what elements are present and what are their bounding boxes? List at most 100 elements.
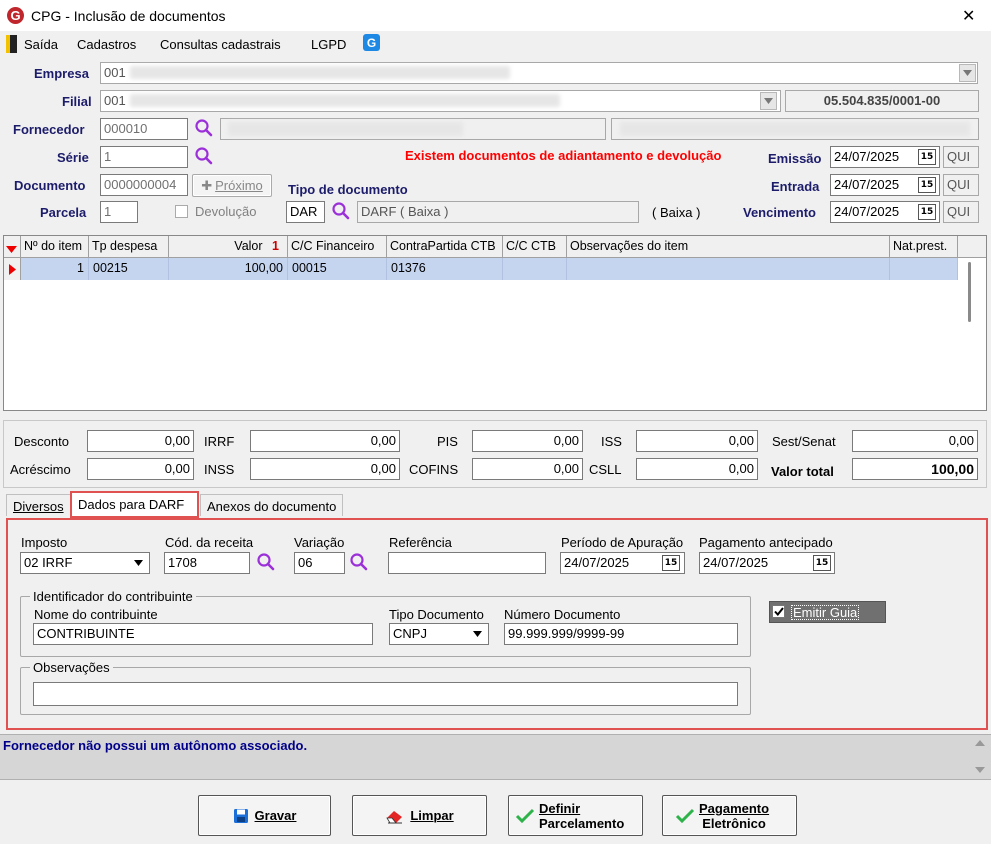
col-header-filler [958, 236, 986, 258]
col-header-cc-financeiro[interactable]: C/C Financeiro [288, 236, 387, 258]
parcela-input[interactable]: 1 [100, 201, 138, 223]
cell-nat-prest[interactable] [890, 258, 958, 280]
fornecedor-search-icon[interactable] [194, 118, 214, 138]
col-header-item[interactable]: Nº do item [21, 236, 89, 258]
row-indicator-icon [4, 258, 21, 280]
proximo-label: Próximo [215, 178, 263, 193]
tipo-dropdown-icon[interactable] [469, 625, 486, 643]
receita-search-icon[interactable] [256, 552, 276, 572]
sest-senat-label: Sest/Senat [772, 434, 836, 449]
save-icon [233, 808, 248, 823]
proximo-button[interactable]: ✚ Próximo [192, 174, 272, 197]
check-icon [515, 808, 535, 823]
definir-label-1: Definir [539, 800, 581, 816]
cell-cc-financeiro[interactable]: 00015 [288, 258, 387, 280]
serie-input[interactable]: 1 [100, 146, 188, 168]
menu-consultas[interactable]: Consultas cadastrais [160, 37, 281, 52]
vencimento-calendar-icon[interactable]: 15 [918, 204, 936, 220]
emissao-calendar-icon[interactable]: 15 [918, 149, 936, 165]
limpar-button[interactable]: Limpar [352, 795, 487, 836]
empresa-dropdown-button[interactable] [959, 64, 976, 82]
tab-anexos-label: Anexos do documento [207, 499, 337, 514]
emitir-guia-checkbox[interactable] [772, 605, 785, 618]
pagamento-label-2: Eletrônico [702, 815, 766, 831]
sort-priority-icon: 1 [272, 239, 279, 253]
cell-cc-ctb[interactable] [503, 258, 567, 280]
filial-value: 001 [104, 93, 126, 108]
fornecedor-extra-redacted [620, 122, 970, 136]
gravar-button[interactable]: Gravar [198, 795, 331, 836]
lgpd-logo-icon[interactable]: G [363, 34, 380, 51]
serie-search-icon[interactable] [194, 146, 214, 166]
parcela-label: Parcela [40, 205, 87, 220]
inss-input[interactable]: 0,00 [250, 458, 400, 480]
definir-parcelamento-button[interactable]: Definir Parcelamento [508, 795, 643, 836]
pagamento-label-1: Pagamento [699, 800, 770, 816]
empresa-value: 001 [104, 65, 126, 80]
fornecedor-input[interactable]: 000010 [100, 118, 188, 140]
devolucao-label: Devolução [195, 204, 257, 219]
irrf-input[interactable]: 0,00 [250, 430, 400, 452]
empresa-name-redacted [130, 66, 510, 79]
nome-input[interactable]: CONTRIBUINTE [33, 623, 373, 645]
desconto-input[interactable]: 0,00 [87, 430, 194, 452]
numero-input[interactable]: 99.999.999/9999-99 [504, 623, 738, 645]
exit-icon[interactable] [6, 35, 17, 53]
col-header-tp-despesa[interactable]: Tp despesa [89, 236, 169, 258]
status-scroll-down-icon[interactable] [975, 767, 985, 773]
documento-input[interactable]: 0000000004 [100, 174, 188, 196]
vencimento-day: QUI [943, 201, 979, 223]
valor-total-label: Valor total [771, 464, 834, 479]
cell-tp-despesa[interactable]: 00215 [89, 258, 169, 280]
cell-contrapartida[interactable]: 01376 [387, 258, 503, 280]
sort-down-icon [6, 246, 17, 253]
tab-anexos[interactable]: Anexos do documento [200, 494, 344, 516]
acrescimo-input[interactable]: 0,00 [87, 458, 194, 480]
filial-dropdown-button[interactable] [760, 92, 777, 110]
valor-total-input: 100,00 [852, 458, 978, 480]
status-message: Fornecedor não possui um autônomo associ… [3, 738, 308, 753]
menu-saida[interactable]: Saída [24, 37, 58, 52]
receita-input[interactable]: 1708 [164, 552, 250, 574]
iss-input[interactable]: 0,00 [636, 430, 758, 452]
col-header-valor[interactable]: Valor 1 [169, 236, 288, 258]
referencia-label: Referência [389, 535, 452, 550]
close-icon[interactable]: ✕ [962, 6, 975, 25]
col-header-nat-prest[interactable]: Nat.prest. [890, 236, 958, 258]
cell-observacoes[interactable] [567, 258, 890, 280]
periodo-calendar-icon[interactable]: 15 [662, 555, 680, 571]
cell-valor[interactable]: 100,00 [169, 258, 288, 280]
periodo-label: Período de Apuração [561, 535, 684, 550]
tipo-documento-label: Tipo de documento [288, 182, 408, 197]
cofins-input[interactable]: 0,00 [472, 458, 583, 480]
col-header-cc-ctb[interactable]: C/C CTB [503, 236, 567, 258]
imposto-dropdown-icon[interactable] [130, 554, 147, 572]
csll-input[interactable]: 0,00 [636, 458, 758, 480]
pagamento-eletronico-button[interactable]: Pagamento Eletrônico [662, 795, 797, 836]
cell-item[interactable]: 1 [21, 258, 89, 280]
col-header-observacoes[interactable]: Observações do item [567, 236, 890, 258]
sest-senat-input[interactable]: 0,00 [852, 430, 978, 452]
entrada-calendar-icon[interactable]: 15 [918, 177, 936, 193]
tab-diversos[interactable]: Diversos [6, 494, 71, 516]
variacao-search-icon[interactable] [349, 552, 369, 572]
pagamento-calendar-icon[interactable]: 15 [813, 555, 831, 571]
tipo-documento-code[interactable]: DAR [286, 201, 325, 223]
grid-scrollbar[interactable] [968, 262, 971, 322]
menu-lgpd[interactable]: LGPD [311, 37, 346, 52]
referencia-input[interactable] [388, 552, 546, 574]
empresa-label: Empresa [34, 66, 89, 81]
status-scroll-up-icon[interactable] [975, 740, 985, 746]
variacao-input[interactable]: 06 [294, 552, 345, 574]
vencimento-label: Vencimento [743, 205, 816, 220]
inss-label: INSS [204, 462, 235, 477]
pis-input[interactable]: 0,00 [472, 430, 583, 452]
devolucao-checkbox[interactable] [175, 205, 188, 218]
tipo-documento-search-icon[interactable] [331, 201, 351, 221]
tab-dados-darf[interactable]: Dados para DARF [70, 491, 199, 518]
menu-cadastros[interactable]: Cadastros [77, 37, 136, 52]
grid-corner [4, 236, 21, 258]
col-header-contrapartida[interactable]: ContraPartida CTB [387, 236, 503, 258]
observacoes-input[interactable] [33, 682, 738, 706]
acrescimo-label: Acréscimo [10, 462, 71, 477]
